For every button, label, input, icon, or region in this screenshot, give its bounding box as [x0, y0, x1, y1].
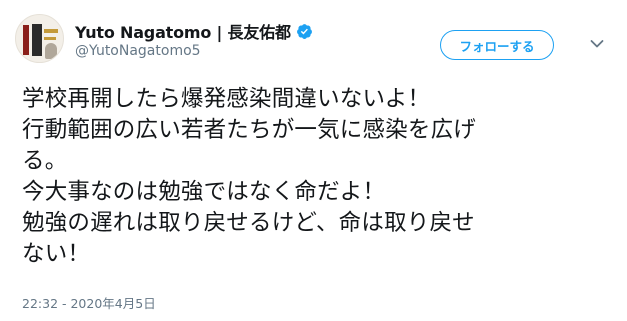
tweet-line: 今大事なのは勉強ではなく命だよ！: [22, 179, 386, 205]
avatar-figure: [45, 43, 57, 59]
tweet-line: 行動範囲の広い若者たちが一気に感染を広げ: [22, 117, 477, 143]
tweet-timestamp[interactable]: 22:32 - 2020年4月5日: [22, 293, 156, 312]
chevron-down-glyph: [590, 40, 604, 48]
follow-button[interactable]: フォローする: [440, 30, 554, 60]
avatar-title-block: [32, 24, 42, 56]
tweet-line: 学校再開したら爆発感染間違いないよ！: [22, 86, 431, 112]
tweet-text: 学校再開したら爆発感染間違いないよ！ 行動範囲の広い若者たちが一気に感染を広げ …: [22, 84, 622, 270]
author-name-row[interactable]: Yuto Nagatomo | 長友佑都: [75, 19, 313, 43]
display-name[interactable]: Yuto Nagatomo | 長友佑都: [75, 19, 291, 43]
tweet-line: る。: [22, 148, 68, 174]
avatar-stripe: [23, 25, 29, 55]
avatar[interactable]: [15, 14, 64, 63]
verified-badge-icon: [296, 23, 312, 39]
tweet-line: ない！: [22, 241, 91, 267]
tweet-card: Yuto Nagatomo | 長友佑都 @YutoNagatomo5 フォロー…: [0, 0, 627, 321]
author-handle[interactable]: @YutoNagatomo5: [75, 43, 201, 59]
avatar-gold-line-2: [44, 37, 56, 40]
avatar-gold-line: [44, 29, 58, 33]
chevron-down-icon[interactable]: [589, 36, 605, 52]
tweet-line: 勉強の遅れは取り戻せるけど、命は取り戻せ: [22, 210, 475, 236]
